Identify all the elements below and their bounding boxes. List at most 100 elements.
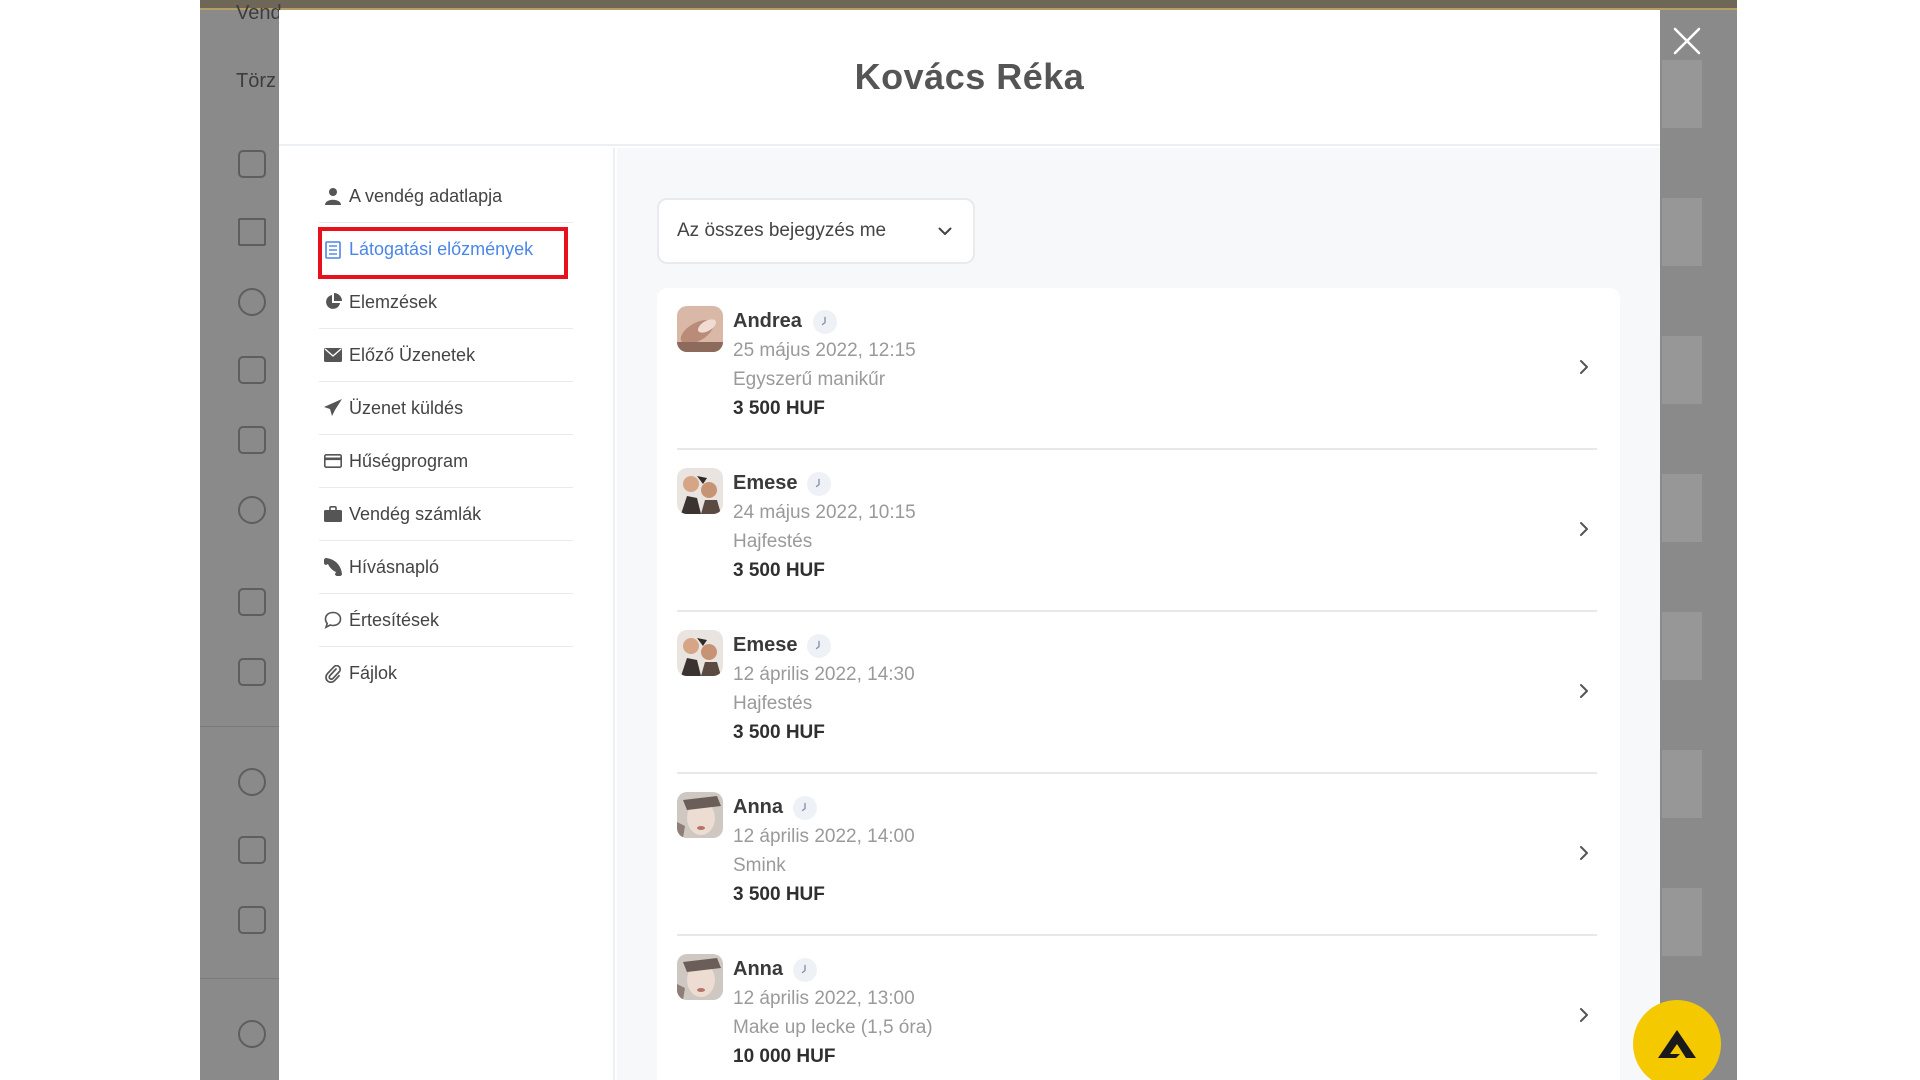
sidebar-item-files[interactable]: Fájlok xyxy=(319,647,573,700)
calendar-icon xyxy=(238,906,266,934)
sidebar-item-call-log[interactable]: Hívásnapló xyxy=(319,541,573,594)
sidebar-item-visit-history[interactable]: Látogatási előzmények xyxy=(319,223,573,276)
background-block xyxy=(1662,750,1702,818)
credit-card-icon xyxy=(323,451,343,471)
background-block xyxy=(1662,474,1702,542)
chevron-right-icon xyxy=(1573,840,1595,866)
avatar xyxy=(677,792,723,838)
chevron-right-icon xyxy=(1573,354,1595,380)
paper-plane-icon xyxy=(323,398,343,418)
ledger-icon xyxy=(238,356,266,384)
clock-icon xyxy=(793,796,817,820)
close-icon xyxy=(1673,27,1701,55)
visit-row[interactable]: Anna 12 április 2022, 14:00 Smink 3 500 … xyxy=(677,774,1597,936)
percent-icon xyxy=(238,588,266,616)
clock-icon xyxy=(807,634,831,658)
background-block xyxy=(1662,336,1702,404)
stylist-name: Anna xyxy=(733,958,783,980)
sidebar-item-label: Értesítések xyxy=(349,609,440,630)
sidebar-item-notifications[interactable]: Értesítések xyxy=(319,594,573,647)
visit-list: Andrea 25 május 2022, 12:15 Egyszerű man… xyxy=(657,288,1620,1080)
background-topbar xyxy=(200,0,1737,10)
grid-icon xyxy=(238,150,266,178)
avatar xyxy=(677,468,723,514)
visit-price: 10 000 HUF xyxy=(733,1046,836,1067)
chart-icon xyxy=(238,218,266,246)
clock-icon xyxy=(813,310,837,334)
user-icon xyxy=(323,186,343,206)
visit-service: Hajfestés xyxy=(733,531,813,552)
avatar xyxy=(677,954,723,1000)
sidebar-item-label: Előző Üzenetek xyxy=(349,344,476,365)
chevron-down-icon xyxy=(935,221,955,241)
logo-icon xyxy=(1658,1030,1696,1058)
visit-service: Hajfestés xyxy=(733,693,813,714)
visit-price: 3 500 HUF xyxy=(733,560,825,581)
entry-filter-value: Az összes bejegyzés me xyxy=(677,220,887,241)
avatar xyxy=(677,306,723,352)
sidebar-item-analytics[interactable]: Elemzések xyxy=(319,276,573,329)
background-top-text: Vend xyxy=(236,2,282,24)
sidebar-item-label: Üzenet küldés xyxy=(349,397,464,418)
sidebar-item-guest-invoices[interactable]: Vendég számlák xyxy=(319,488,573,541)
sidebar-item-send-message[interactable]: Üzenet küldés xyxy=(319,382,573,435)
stylist-name: Emese xyxy=(733,472,798,494)
sidebar-item-label: Hívásnapló xyxy=(349,556,440,577)
visit-history-panel: Az összes bejegyzés me Andrea 25 május 2… xyxy=(617,148,1660,1080)
store-icon xyxy=(238,658,266,686)
sidebar-item-label: Vendég számlák xyxy=(349,503,482,524)
visit-date: 12 április 2022, 14:30 xyxy=(733,664,915,685)
pie-chart-icon xyxy=(323,292,343,312)
visit-price: 3 500 HUF xyxy=(733,398,825,419)
stylist-name: Anna xyxy=(733,796,783,818)
background-block xyxy=(1662,198,1702,266)
chevron-right-icon xyxy=(1573,678,1595,704)
sidebar-item-label: Hűségprogram xyxy=(349,450,469,471)
support-icon xyxy=(238,1020,266,1048)
sidebar-item-label: Fájlok xyxy=(349,663,398,683)
settings-icon xyxy=(238,768,266,796)
visit-row[interactable]: Emese 24 május 2022, 10:15 Hajfestés 3 5… xyxy=(677,450,1597,612)
close-button[interactable] xyxy=(1670,24,1704,58)
background-block xyxy=(1662,60,1702,128)
assistant-fab-button[interactable] xyxy=(1633,1000,1721,1080)
visit-service: Smink xyxy=(733,855,786,876)
sidebar-item-loyalty-program[interactable]: Hűségprogram xyxy=(319,435,573,488)
background-divider xyxy=(200,978,280,979)
clock-icon xyxy=(793,958,817,982)
visit-service: Egyszerű manikűr xyxy=(733,369,886,390)
speech-bubble-icon xyxy=(323,610,343,630)
sidebar-item-guest-profile[interactable]: A vendég adatlapja xyxy=(319,170,573,223)
list-icon xyxy=(323,240,343,260)
background-block xyxy=(1662,612,1702,680)
screen: Vend Törz Kovács Réka A vendég adatlapja… xyxy=(0,0,1920,1080)
sidebar-item-previous-messages[interactable]: Előző Üzenetek xyxy=(319,329,573,382)
visit-row[interactable]: Emese 12 április 2022, 14:30 Hajfestés 3… xyxy=(677,612,1597,774)
chevron-right-icon xyxy=(1573,1002,1595,1028)
modal-sidebar: A vendég adatlapja Látogatási előzmények… xyxy=(279,148,615,1080)
background-block xyxy=(1662,888,1702,956)
visit-date: 12 április 2022, 13:00 xyxy=(733,988,915,1009)
entry-filter-select[interactable]: Az összes bejegyzés me xyxy=(657,198,975,264)
stylist-name: Emese xyxy=(733,634,798,656)
visit-row[interactable]: Anna 12 április 2022, 13:00 Make up leck… xyxy=(677,936,1597,1080)
visit-price: 3 500 HUF xyxy=(733,884,825,905)
paperclip-icon xyxy=(323,664,343,684)
sidebar-item-label: Látogatási előzmények xyxy=(349,239,534,259)
visit-date: 24 május 2022, 10:15 xyxy=(733,502,916,523)
modal-header: Kovács Réka xyxy=(279,10,1660,146)
stack-icon xyxy=(238,836,266,864)
globe-icon xyxy=(238,496,266,524)
chevron-right-icon xyxy=(1573,516,1595,542)
background-section-text: Törz xyxy=(236,70,276,92)
visit-service: Make up lecke (1,5 óra) xyxy=(733,1017,933,1038)
visit-row[interactable]: Andrea 25 május 2022, 12:15 Egyszerű man… xyxy=(677,288,1597,450)
sidebar-item-label: Elemzések xyxy=(349,291,438,312)
dollar-icon xyxy=(238,288,266,316)
modal-title: Kovács Réka xyxy=(854,56,1085,97)
visit-date: 12 április 2022, 14:00 xyxy=(733,826,915,847)
sidebar-item-label: A vendég adatlapja xyxy=(349,185,503,206)
phone-icon xyxy=(323,557,343,577)
background-divider xyxy=(200,726,280,727)
envelope-icon xyxy=(323,345,343,365)
